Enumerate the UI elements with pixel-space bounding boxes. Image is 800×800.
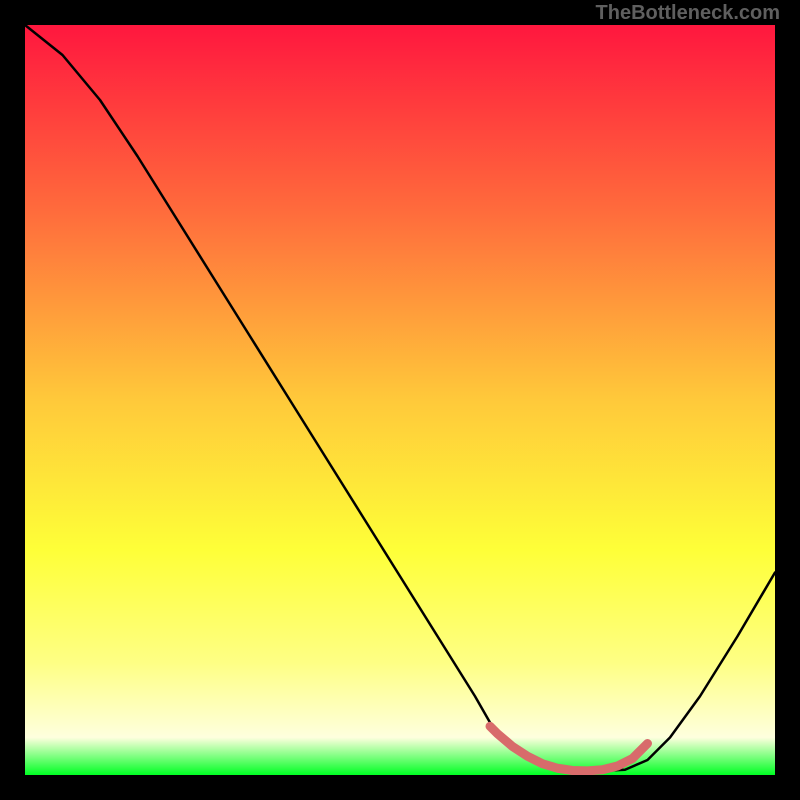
plot-area	[25, 25, 775, 775]
gradient-background	[25, 25, 775, 775]
watermark: TheBottleneck.com	[596, 2, 780, 25]
chart-container: TheBottleneck.com	[0, 0, 800, 800]
chart-svg	[25, 25, 775, 775]
